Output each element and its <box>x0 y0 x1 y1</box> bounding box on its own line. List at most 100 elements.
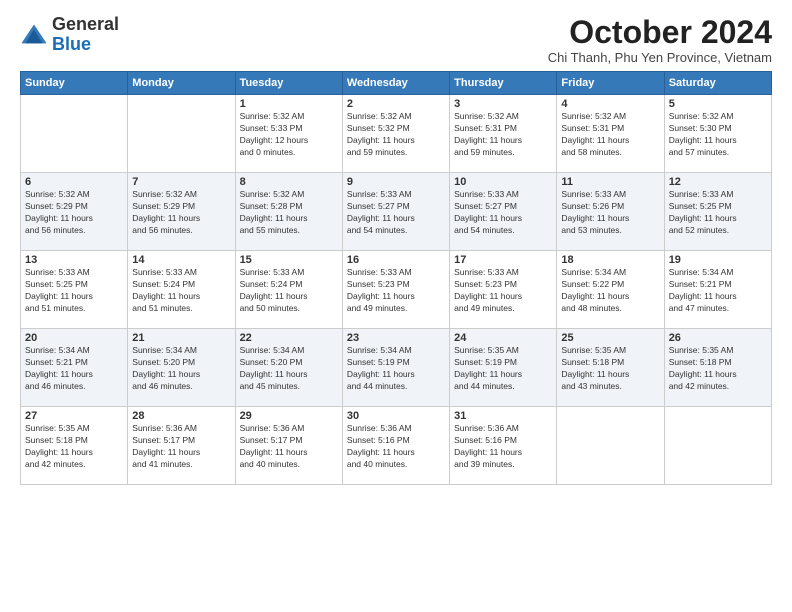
calendar-cell: 12Sunrise: 5:33 AM Sunset: 5:25 PM Dayli… <box>664 173 771 251</box>
week-row-4: 20Sunrise: 5:34 AM Sunset: 5:21 PM Dayli… <box>21 329 772 407</box>
calendar-cell: 3Sunrise: 5:32 AM Sunset: 5:31 PM Daylig… <box>450 95 557 173</box>
calendar-cell: 24Sunrise: 5:35 AM Sunset: 5:19 PM Dayli… <box>450 329 557 407</box>
day-number: 14 <box>132 254 230 266</box>
calendar-cell: 30Sunrise: 5:36 AM Sunset: 5:16 PM Dayli… <box>342 407 449 485</box>
cell-content: Sunrise: 5:36 AM Sunset: 5:17 PM Dayligh… <box>132 423 230 471</box>
calendar-cell: 6Sunrise: 5:32 AM Sunset: 5:29 PM Daylig… <box>21 173 128 251</box>
calendar-cell: 11Sunrise: 5:33 AM Sunset: 5:26 PM Dayli… <box>557 173 664 251</box>
day-number: 7 <box>132 176 230 188</box>
day-header-saturday: Saturday <box>664 72 771 95</box>
day-number: 24 <box>454 332 552 344</box>
logo-icon <box>20 21 48 49</box>
cell-content: Sunrise: 5:34 AM Sunset: 5:21 PM Dayligh… <box>25 345 123 393</box>
calendar-cell: 25Sunrise: 5:35 AM Sunset: 5:18 PM Dayli… <box>557 329 664 407</box>
cell-content: Sunrise: 5:32 AM Sunset: 5:32 PM Dayligh… <box>347 111 445 159</box>
day-number: 5 <box>669 98 767 110</box>
page: General Blue October 2024 Chi Thanh, Phu… <box>0 0 792 612</box>
day-header-tuesday: Tuesday <box>235 72 342 95</box>
cell-content: Sunrise: 5:32 AM Sunset: 5:28 PM Dayligh… <box>240 189 338 237</box>
calendar-cell: 13Sunrise: 5:33 AM Sunset: 5:25 PM Dayli… <box>21 251 128 329</box>
calendar-cell: 9Sunrise: 5:33 AM Sunset: 5:27 PM Daylig… <box>342 173 449 251</box>
calendar-cell: 29Sunrise: 5:36 AM Sunset: 5:17 PM Dayli… <box>235 407 342 485</box>
cell-content: Sunrise: 5:33 AM Sunset: 5:23 PM Dayligh… <box>454 267 552 315</box>
calendar-cell <box>128 95 235 173</box>
cell-content: Sunrise: 5:33 AM Sunset: 5:25 PM Dayligh… <box>25 267 123 315</box>
cell-content: Sunrise: 5:36 AM Sunset: 5:16 PM Dayligh… <box>454 423 552 471</box>
day-number: 31 <box>454 410 552 422</box>
calendar-cell: 5Sunrise: 5:32 AM Sunset: 5:30 PM Daylig… <box>664 95 771 173</box>
logo-blue: Blue <box>52 35 119 55</box>
calendar-cell: 19Sunrise: 5:34 AM Sunset: 5:21 PM Dayli… <box>664 251 771 329</box>
calendar-cell: 18Sunrise: 5:34 AM Sunset: 5:22 PM Dayli… <box>557 251 664 329</box>
calendar-cell: 14Sunrise: 5:33 AM Sunset: 5:24 PM Dayli… <box>128 251 235 329</box>
day-header-friday: Friday <box>557 72 664 95</box>
calendar-cell: 21Sunrise: 5:34 AM Sunset: 5:20 PM Dayli… <box>128 329 235 407</box>
calendar-cell <box>557 407 664 485</box>
day-number: 25 <box>561 332 659 344</box>
logo: General Blue <box>20 15 119 55</box>
cell-content: Sunrise: 5:32 AM Sunset: 5:33 PM Dayligh… <box>240 111 338 159</box>
day-number: 27 <box>25 410 123 422</box>
day-header-monday: Monday <box>128 72 235 95</box>
cell-content: Sunrise: 5:33 AM Sunset: 5:24 PM Dayligh… <box>132 267 230 315</box>
cell-content: Sunrise: 5:36 AM Sunset: 5:17 PM Dayligh… <box>240 423 338 471</box>
cell-content: Sunrise: 5:32 AM Sunset: 5:29 PM Dayligh… <box>132 189 230 237</box>
cell-content: Sunrise: 5:32 AM Sunset: 5:30 PM Dayligh… <box>669 111 767 159</box>
calendar-cell: 2Sunrise: 5:32 AM Sunset: 5:32 PM Daylig… <box>342 95 449 173</box>
calendar-cell: 10Sunrise: 5:33 AM Sunset: 5:27 PM Dayli… <box>450 173 557 251</box>
week-row-3: 13Sunrise: 5:33 AM Sunset: 5:25 PM Dayli… <box>21 251 772 329</box>
cell-content: Sunrise: 5:33 AM Sunset: 5:27 PM Dayligh… <box>454 189 552 237</box>
cell-content: Sunrise: 5:32 AM Sunset: 5:29 PM Dayligh… <box>25 189 123 237</box>
title-section: October 2024 Chi Thanh, Phu Yen Province… <box>548 15 772 65</box>
calendar-cell: 31Sunrise: 5:36 AM Sunset: 5:16 PM Dayli… <box>450 407 557 485</box>
cell-content: Sunrise: 5:36 AM Sunset: 5:16 PM Dayligh… <box>347 423 445 471</box>
cell-content: Sunrise: 5:35 AM Sunset: 5:18 PM Dayligh… <box>561 345 659 393</box>
cell-content: Sunrise: 5:35 AM Sunset: 5:18 PM Dayligh… <box>25 423 123 471</box>
day-number: 18 <box>561 254 659 266</box>
calendar-cell: 17Sunrise: 5:33 AM Sunset: 5:23 PM Dayli… <box>450 251 557 329</box>
calendar-cell: 28Sunrise: 5:36 AM Sunset: 5:17 PM Dayli… <box>128 407 235 485</box>
day-number: 30 <box>347 410 445 422</box>
day-number: 21 <box>132 332 230 344</box>
cell-content: Sunrise: 5:33 AM Sunset: 5:23 PM Dayligh… <box>347 267 445 315</box>
calendar-cell: 7Sunrise: 5:32 AM Sunset: 5:29 PM Daylig… <box>128 173 235 251</box>
cell-content: Sunrise: 5:33 AM Sunset: 5:24 PM Dayligh… <box>240 267 338 315</box>
day-number: 11 <box>561 176 659 188</box>
calendar-cell: 22Sunrise: 5:34 AM Sunset: 5:20 PM Dayli… <box>235 329 342 407</box>
cell-content: Sunrise: 5:33 AM Sunset: 5:26 PM Dayligh… <box>561 189 659 237</box>
cell-content: Sunrise: 5:34 AM Sunset: 5:22 PM Dayligh… <box>561 267 659 315</box>
week-row-5: 27Sunrise: 5:35 AM Sunset: 5:18 PM Dayli… <box>21 407 772 485</box>
calendar-cell: 20Sunrise: 5:34 AM Sunset: 5:21 PM Dayli… <box>21 329 128 407</box>
calendar-cell: 27Sunrise: 5:35 AM Sunset: 5:18 PM Dayli… <box>21 407 128 485</box>
week-row-1: 1Sunrise: 5:32 AM Sunset: 5:33 PM Daylig… <box>21 95 772 173</box>
day-number: 9 <box>347 176 445 188</box>
day-number: 3 <box>454 98 552 110</box>
day-number: 28 <box>132 410 230 422</box>
day-number: 4 <box>561 98 659 110</box>
day-number: 8 <box>240 176 338 188</box>
cell-content: Sunrise: 5:34 AM Sunset: 5:20 PM Dayligh… <box>132 345 230 393</box>
cell-content: Sunrise: 5:33 AM Sunset: 5:25 PM Dayligh… <box>669 189 767 237</box>
cell-content: Sunrise: 5:35 AM Sunset: 5:18 PM Dayligh… <box>669 345 767 393</box>
day-number: 10 <box>454 176 552 188</box>
day-number: 19 <box>669 254 767 266</box>
day-number: 13 <box>25 254 123 266</box>
month-title: October 2024 <box>548 15 772 50</box>
day-header-sunday: Sunday <box>21 72 128 95</box>
calendar-cell: 16Sunrise: 5:33 AM Sunset: 5:23 PM Dayli… <box>342 251 449 329</box>
day-number: 20 <box>25 332 123 344</box>
day-number: 26 <box>669 332 767 344</box>
day-number: 29 <box>240 410 338 422</box>
day-number: 16 <box>347 254 445 266</box>
calendar-cell <box>664 407 771 485</box>
logo-text: General Blue <box>52 15 119 55</box>
day-number: 6 <box>25 176 123 188</box>
day-number: 1 <box>240 98 338 110</box>
cell-content: Sunrise: 5:35 AM Sunset: 5:19 PM Dayligh… <box>454 345 552 393</box>
day-number: 2 <box>347 98 445 110</box>
calendar-cell: 23Sunrise: 5:34 AM Sunset: 5:19 PM Dayli… <box>342 329 449 407</box>
calendar-cell: 8Sunrise: 5:32 AM Sunset: 5:28 PM Daylig… <box>235 173 342 251</box>
cell-content: Sunrise: 5:34 AM Sunset: 5:19 PM Dayligh… <box>347 345 445 393</box>
location: Chi Thanh, Phu Yen Province, Vietnam <box>548 50 772 65</box>
cell-content: Sunrise: 5:34 AM Sunset: 5:20 PM Dayligh… <box>240 345 338 393</box>
